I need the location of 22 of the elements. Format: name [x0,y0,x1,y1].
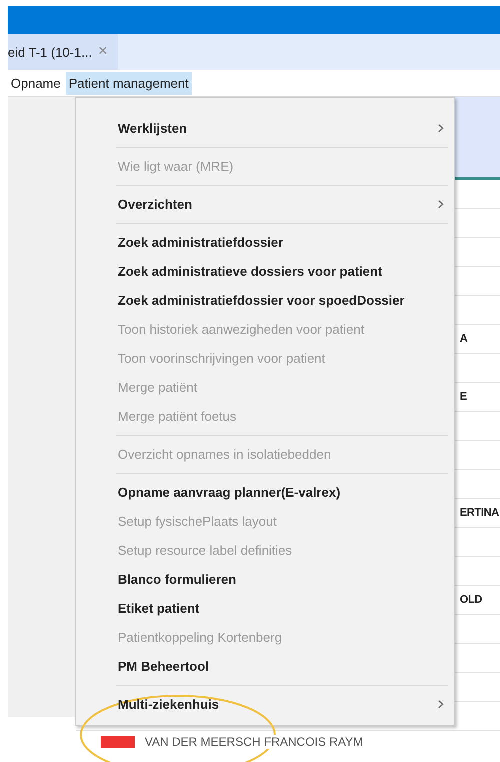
menu-item[interactable]: Etiket patient [76,594,454,623]
menu-item[interactable]: Multi-ziekenhuis [76,690,454,719]
menu-item[interactable]: Werklijsten [76,114,454,143]
menu-bar-item[interactable]: Patient management [66,72,192,94]
chevron-right-icon [438,124,444,133]
chevron-right-icon [438,700,444,709]
chevron-right-icon [438,200,444,209]
table-cell-text: OLD [460,594,484,606]
menu-item[interactable]: Zoek administratieve dossiers voor patient [76,257,454,286]
menu-item[interactable]: Blanco formulieren [76,565,454,594]
table-cell-text: A [460,333,469,345]
menu-item[interactable]: Zoek administratiefdossier voor spoedDossier [76,286,454,315]
table-cell: ERTINA [460,507,500,519]
menu-item[interactable]: Overzichten [76,190,454,219]
menu-item[interactable]: Opname aanvraag planner(E-valrex) [76,478,454,507]
table-cell: VAN DER MEERSCH FRANCOIS RAYM [145,735,364,749]
menu-item[interactable]: Zoek administratiefdossier [76,228,454,257]
status-swatch [101,736,135,748]
menu-item[interactable]: PM Beheertool [76,652,454,681]
table-cell-text: E [460,391,468,403]
document-tab[interactable]: eid T-1 (10-1... × [8,34,118,70]
menu-bar-item[interactable]: Opname [8,72,64,94]
